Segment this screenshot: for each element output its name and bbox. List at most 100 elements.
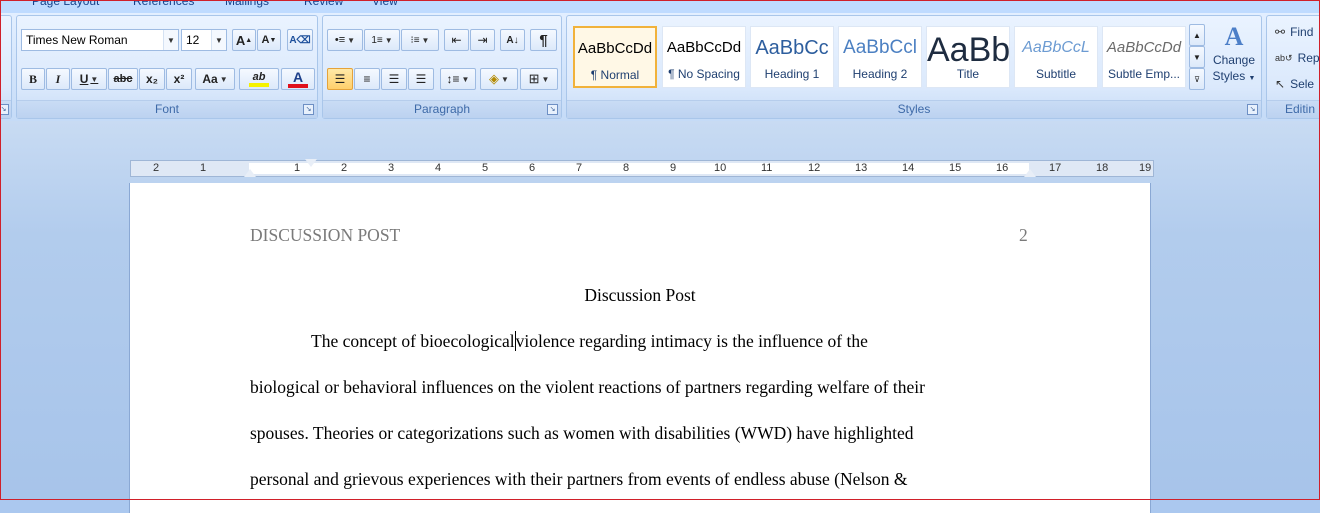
font-name-value: Times New Roman	[26, 33, 128, 47]
horizontal-ruler[interactable]: 2 1 1 2 3 4 5 6 7 8 9 10 11 12 13 14 15 …	[130, 159, 1154, 177]
font-color-button[interactable]: A	[281, 68, 315, 90]
hanging-indent-marker[interactable]	[244, 169, 256, 177]
numbering-button[interactable]: 1≡ ▼	[364, 29, 400, 51]
paragraph-group: •≡ ▼ 1≡ ▼ ⁝≡ ▼ ⇤ ⇥ A↓ ¶ ☰ ≡ ☰ ☰ ↕≡ ▼ ◈ ▼…	[322, 15, 562, 119]
change-case-button[interactable]: Aa ▼	[195, 68, 235, 90]
first-line-indent-marker[interactable]	[305, 159, 317, 167]
font-group: Times New Roman ▼ 12 ▼ A ▲ A ▼ A⌫ B I U ▼ a…	[16, 15, 318, 119]
align-left-icon: ☰	[334, 72, 346, 86]
chevron-down-icon: ▼	[541, 74, 550, 84]
replace-button[interactable]: ab↺ Rep	[1275, 48, 1320, 68]
style-title[interactable]: AaBb Title	[926, 26, 1010, 88]
gallery-scroll-up-icon[interactable]: ▲	[1189, 24, 1205, 46]
chevron-down-icon[interactable]: ▼	[163, 30, 178, 50]
paragraph-dialog-launcher-icon[interactable]: ↘	[547, 104, 558, 115]
grow-font-button[interactable]: A ▲	[232, 29, 256, 51]
gallery-scroll-down-icon[interactable]: ▼	[1189, 46, 1205, 68]
tab-mailings[interactable]: Mailings	[225, 0, 269, 8]
chevron-down-icon: ▼	[1248, 75, 1256, 82]
find-button[interactable]: ⚯ Find	[1275, 22, 1313, 42]
document-page[interactable]: DISCUSSION POST 2 Discussion Post The co…	[130, 183, 1150, 513]
font-group-label: Font	[17, 100, 317, 118]
style-heading-1[interactable]: AaBbCc Heading 1	[750, 26, 834, 88]
style-heading-2[interactable]: AaBbCcl Heading 2	[838, 26, 922, 88]
chevron-down-icon: ▼	[384, 35, 393, 45]
font-size-value: 12	[186, 33, 200, 47]
subscript-button[interactable]: x₂	[139, 68, 165, 90]
editing-group: ⚯ Find ab↺ Rep ↖ Sele Editin	[1266, 15, 1320, 119]
cursor-arrow-icon: ↖	[1275, 77, 1286, 91]
text-highlight-button[interactable]: ab	[239, 68, 279, 90]
style-subtle-emphasis[interactable]: AaBbCcDd Subtle Emp...	[1102, 26, 1186, 88]
decrease-indent-icon: ⇤	[451, 33, 462, 47]
ribbon-tab-strip: Page Layout References Mailings Review V…	[0, 0, 1320, 13]
select-button[interactable]: ↖ Sele	[1275, 74, 1314, 94]
clear-formatting-icon: A⌫	[289, 34, 311, 46]
chevron-down-icon: ▼	[90, 74, 99, 84]
clipboard-dialog-launcher-icon[interactable]: ↘	[0, 104, 9, 115]
justify-button[interactable]: ☰	[408, 68, 434, 90]
font-dialog-launcher-icon[interactable]: ↘	[303, 104, 314, 115]
decrease-indent-button[interactable]: ⇤	[444, 29, 469, 51]
chevron-down-icon: ▼	[219, 74, 228, 84]
show-formatting-marks-button[interactable]: ¶	[530, 29, 557, 51]
chevron-down-icon[interactable]: ▼	[211, 30, 226, 50]
clipboard-group: ↘	[0, 15, 12, 119]
style-subtitle[interactable]: AaBbCcL Subtitle	[1014, 26, 1098, 88]
right-indent-marker[interactable]	[1024, 169, 1036, 177]
styles-gallery-scroll: ▲ ▼ ⊽	[1189, 24, 1205, 90]
chevron-down-icon: ▼	[347, 35, 356, 45]
tab-references[interactable]: References	[133, 0, 194, 8]
chevron-down-icon: ▼	[501, 74, 509, 84]
style-normal[interactable]: AaBbCcDd ¶ Normal	[573, 26, 657, 88]
styles-group-label: Styles	[567, 100, 1261, 118]
body-line-3: spouses. Theories or categorizations suc…	[250, 423, 914, 443]
paint-bucket-icon: ◈	[489, 71, 500, 86]
increase-indent-button[interactable]: ⇥	[470, 29, 495, 51]
font-color-bar	[288, 83, 308, 88]
shading-button[interactable]: ◈ ▼	[480, 68, 518, 90]
bold-button[interactable]: B	[21, 68, 45, 90]
border-icon: ⊞	[528, 71, 540, 86]
strikethrough-button[interactable]: abc	[108, 68, 138, 90]
align-right-button[interactable]: ☰	[381, 68, 407, 90]
italic-button[interactable]: I	[46, 68, 70, 90]
clear-formatting-button[interactable]: A⌫	[287, 29, 313, 51]
styles-group: AaBbCcDd ¶ Normal AaBbCcDd ¶ No Spacing …	[566, 15, 1262, 119]
numbering-icon: 1≡	[371, 34, 383, 46]
multilevel-list-button[interactable]: ⁝≡ ▼	[401, 29, 439, 51]
pilcrow-icon: ¶	[539, 31, 548, 49]
font-name-combo[interactable]: Times New Roman ▼	[21, 29, 179, 51]
multilevel-list-icon: ⁝≡	[410, 34, 420, 46]
page-number: 2	[1019, 225, 1028, 245]
bullets-button[interactable]: •≡ ▼	[327, 29, 363, 51]
bullets-icon: •≡	[334, 34, 346, 46]
tab-page-layout[interactable]: Page Layout	[32, 0, 99, 8]
editing-group-label: Editin	[1267, 100, 1320, 118]
document-title: Discussion Post	[584, 285, 696, 305]
align-center-button[interactable]: ≡	[354, 68, 380, 90]
ribbon: ↘ Times New Roman ▼ 12 ▼ A ▲ A ▼ A⌫ B I U ▼…	[0, 13, 1320, 122]
body-line-1: The concept of bioecologicalviolence reg…	[311, 331, 868, 351]
sort-button[interactable]: A↓	[500, 29, 525, 51]
align-right-icon: ☰	[388, 72, 400, 86]
style-no-spacing[interactable]: AaBbCcDd ¶ No Spacing	[662, 26, 746, 88]
underline-button[interactable]: U ▼	[71, 68, 107, 90]
sort-icon: A↓	[506, 34, 519, 46]
superscript-button[interactable]: x²	[166, 68, 192, 90]
shrink-font-button[interactable]: A ▼	[257, 29, 281, 51]
tab-view[interactable]: View	[372, 0, 398, 8]
borders-button[interactable]: ⊞ ▼	[520, 68, 558, 90]
gallery-more-icon[interactable]: ⊽	[1189, 68, 1205, 90]
highlight-color-bar	[249, 83, 269, 87]
replace-icon: ab↺	[1275, 52, 1293, 63]
styles-dialog-launcher-icon[interactable]: ↘	[1247, 104, 1258, 115]
change-styles-button[interactable]: A Change Styles ▼	[1209, 22, 1259, 98]
line-spacing-icon: ↕≡	[446, 72, 460, 86]
chevron-down-icon: ▼	[461, 74, 470, 84]
tab-review[interactable]: Review	[304, 0, 343, 8]
font-size-combo[interactable]: 12 ▼	[181, 29, 227, 51]
increase-indent-icon: ⇥	[477, 33, 488, 47]
align-left-button[interactable]: ☰	[327, 68, 353, 90]
line-spacing-button[interactable]: ↕≡ ▼	[440, 68, 476, 90]
